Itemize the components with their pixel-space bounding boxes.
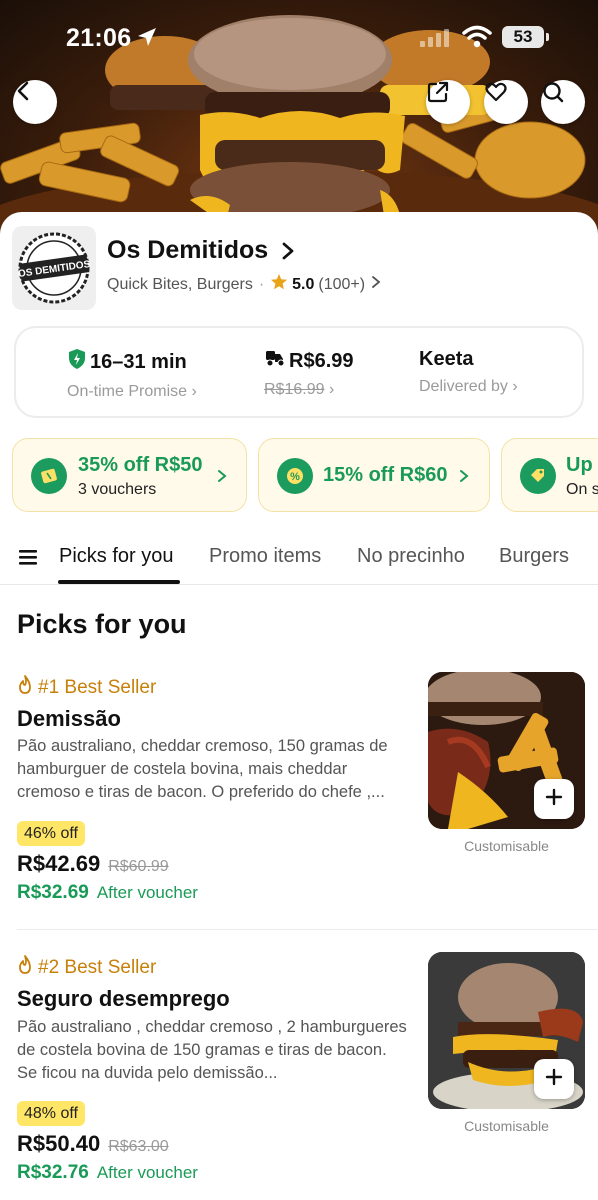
delivery-fee-old: R$16.99: [264, 381, 325, 398]
status-time: 21:06: [66, 24, 132, 52]
voucher-title: 35% off R$50: [78, 454, 203, 476]
voucher-title: 15% off R$60: [323, 464, 448, 486]
delivery-provider: Keeta: [419, 348, 474, 370]
voucher-card[interactable]: Up On s: [501, 438, 598, 512]
item-name[interactable]: Demissão: [17, 706, 121, 732]
item-image[interactable]: [428, 952, 585, 1109]
item-price: R$42.69 R$60.99: [17, 851, 169, 877]
plus-icon: [544, 787, 564, 812]
customisable-label: Customisable: [464, 838, 549, 854]
best-seller-badge: #1 Best Seller: [17, 675, 156, 701]
search-button[interactable]: [541, 80, 585, 124]
customisable-label: Customisable: [464, 1118, 549, 1134]
active-tab-indicator: [58, 580, 180, 584]
category-tabs: Picks for you Promo items No precinho Bu…: [0, 535, 598, 585]
best-seller-label: #2 Best Seller: [38, 957, 157, 978]
flame-icon: [17, 675, 33, 701]
after-voucher-amount: R$32.76: [17, 1162, 89, 1183]
shield-bolt-icon: [67, 348, 87, 376]
discount-badge: 46% off: [17, 821, 85, 846]
item-divider: [17, 929, 598, 930]
delivery-fee: R$6.99: [289, 349, 354, 372]
after-voucher-label: After voucher: [96, 1163, 198, 1182]
tab-burgers[interactable]: Burgers: [499, 545, 569, 568]
flame-icon: [17, 955, 33, 981]
star-icon: [270, 273, 288, 296]
store-category: Quick Bites, Burgers: [107, 275, 253, 293]
store-rating-count: (100+): [318, 275, 366, 293]
tag-icon: [520, 458, 556, 494]
voucher-subtitle: On s: [566, 481, 598, 498]
tab-no-precinho[interactable]: No precinho: [357, 545, 465, 568]
chevron-right-icon: [217, 469, 227, 488]
chevron-right-icon[interactable]: [280, 241, 296, 266]
item-price-old: R$63.00: [108, 1138, 169, 1155]
store-name[interactable]: Os Demitidos: [107, 236, 268, 265]
separator-dot: ·: [258, 275, 265, 293]
delivery-fee-block[interactable]: R$6.99 R$16.99 ›: [264, 348, 354, 399]
after-voucher-amount: R$32.69: [17, 882, 89, 903]
svg-text:%: %: [290, 471, 300, 483]
store-hero-image: 21:06 53: [0, 0, 598, 240]
after-voucher-price: R$32.76 After voucher: [17, 1162, 198, 1184]
item-description: Pão australiano, cheddar cremoso, 150 gr…: [17, 737, 388, 801]
item-image[interactable]: [428, 672, 585, 829]
item-name[interactable]: Seguro desemprego: [17, 986, 230, 1012]
section-title: Picks for you: [17, 609, 187, 639]
chevron-right-icon: [459, 469, 469, 488]
plus-icon: [544, 1067, 564, 1092]
item-price: R$50.40 R$63.00: [17, 1131, 169, 1157]
after-voucher-label: After voucher: [96, 883, 198, 902]
delivery-provider-block[interactable]: Keeta Delivered by ›: [419, 348, 518, 396]
voucher-card[interactable]: 35% off R$50 3 vouchers: [12, 438, 247, 512]
share-button[interactable]: [426, 80, 470, 124]
favorite-button[interactable]: [484, 80, 528, 124]
best-seller-label: #1 Best Seller: [38, 677, 157, 698]
add-to-cart-button[interactable]: [534, 1059, 574, 1099]
scooter-icon: [264, 348, 286, 374]
store-logo: OS DEMITIDOS: [12, 226, 96, 310]
tab-promo-items[interactable]: Promo items: [209, 545, 321, 568]
discount-badge: 48% off: [17, 1101, 85, 1126]
delivery-time: 16–31 min: [90, 350, 187, 373]
voucher-subtitle: 3 vouchers: [78, 481, 157, 498]
status-bar: 21:06 53: [0, 22, 598, 56]
item-description: Pão australiano , cheddar cremoso , 2 ha…: [17, 1018, 407, 1082]
voucher-title: Up: [566, 454, 593, 476]
delivery-provider-label: Delivered by: [419, 378, 508, 395]
item-price-current: R$50.40: [17, 1131, 101, 1156]
voucher-card[interactable]: % 15% off R$60: [258, 438, 490, 512]
tab-picks-for-you[interactable]: Picks for you: [59, 545, 173, 568]
delivery-time-label: On-time Promise: [67, 383, 188, 400]
chevron-right-icon: ›: [191, 383, 197, 400]
back-button[interactable]: [13, 80, 57, 124]
chevron-right-icon: [371, 275, 381, 294]
item-price-current: R$42.69: [17, 851, 101, 876]
battery-indicator: 53: [502, 26, 549, 48]
chevron-right-icon: ›: [328, 381, 335, 398]
delivery-info-card: 16–31 min On-time Promise › R$6.99 R$16.…: [14, 326, 584, 418]
store-rating: 5.0: [292, 275, 315, 293]
item-price-old: R$60.99: [108, 858, 169, 875]
ticket-icon: [31, 458, 67, 494]
best-seller-badge: #2 Best Seller: [17, 955, 156, 981]
delivery-time-block[interactable]: 16–31 min On-time Promise ›: [67, 348, 197, 401]
menu-icon[interactable]: [18, 548, 38, 571]
after-voucher-price: R$32.69 After voucher: [17, 882, 198, 904]
store-meta[interactable]: Quick Bites, Burgers · 5.0 (100+): [107, 273, 381, 296]
add-to-cart-button[interactable]: [534, 779, 574, 819]
chevron-right-icon: ›: [512, 378, 518, 395]
percent-icon: %: [277, 458, 313, 494]
